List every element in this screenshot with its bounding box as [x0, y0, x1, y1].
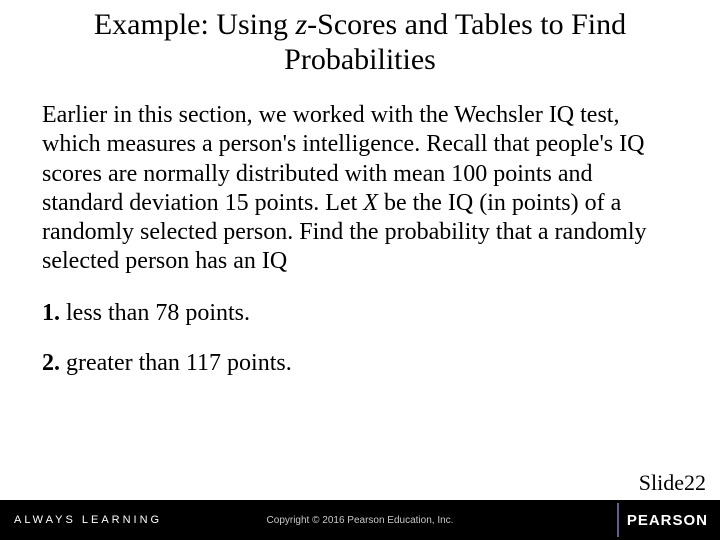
slide-title: Example: Using z-Scores and Tables to Fi… [0, 0, 720, 83]
item-number: 1. [42, 300, 60, 326]
title-pre: Example: Using [94, 8, 296, 41]
pearson-logo-text: PEARSON [627, 512, 708, 529]
item-text: greater than 117 points. [60, 350, 292, 376]
list-item: 2. greater than 117 points. [42, 349, 678, 378]
variable-X: X [363, 190, 378, 216]
copyright-text: Copyright © 2016 Pearson Education, Inc. [267, 515, 454, 526]
slide: Example: Using z-Scores and Tables to Fi… [0, 0, 720, 540]
question-list: 1. less than 78 points. 2. greater than … [0, 277, 720, 379]
title-z-italic: z [295, 8, 307, 41]
item-text: less than 78 points. [60, 300, 250, 326]
slide-number: Slide 22 [635, 468, 710, 498]
slide-number-value: 22 [684, 470, 706, 496]
footer-bar: ALWAYS LEARNING Copyright © 2016 Pearson… [0, 500, 720, 540]
list-item: 1. less than 78 points. [42, 299, 678, 328]
always-learning-text: ALWAYS LEARNING [14, 514, 162, 526]
brand-group: PEARSON [617, 503, 708, 537]
brand-divider [617, 503, 619, 537]
body-paragraph: Earlier in this section, we worked with … [0, 83, 720, 277]
slide-label: Slide [639, 470, 684, 496]
item-number: 2. [42, 350, 60, 376]
title-post: -Scores and Tables to Find Probabilities [284, 8, 626, 76]
